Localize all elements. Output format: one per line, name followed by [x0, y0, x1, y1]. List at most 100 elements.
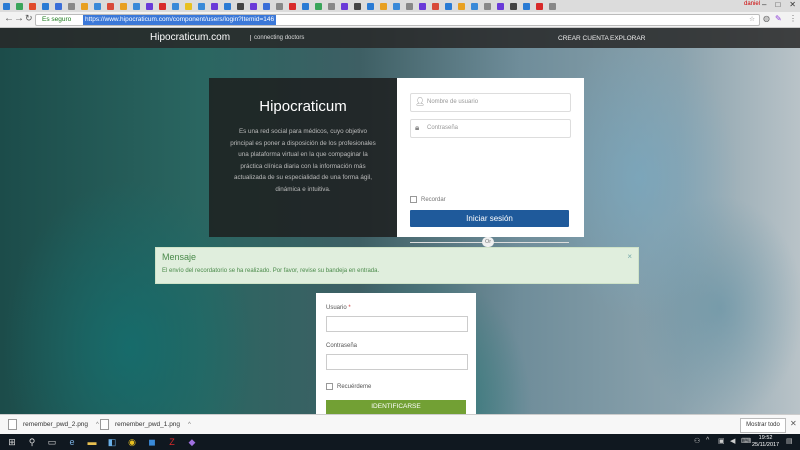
bookmark-star-icon[interactable]: ☆ — [749, 15, 755, 25]
tab-favicon[interactable] — [468, 1, 480, 11]
profile-name[interactable]: daniel — [744, 1, 760, 7]
task-view-icon[interactable]: ▭ — [46, 436, 58, 448]
tab-favicon[interactable] — [117, 1, 129, 11]
tab-favicon[interactable] — [0, 1, 12, 11]
nav-create-account[interactable]: CREAR CUENTA — [558, 35, 609, 42]
tab-favicon[interactable] — [351, 1, 363, 11]
system-clock[interactable]: 19:52 25/11/2017 — [752, 435, 779, 449]
tab-favicon[interactable] — [403, 1, 415, 11]
tab-favicon[interactable] — [13, 1, 25, 11]
site-logo[interactable]: Hipocraticum.com — [150, 32, 230, 43]
identify-button[interactable]: IDENTIFICARSE — [326, 400, 466, 414]
tab-favicon[interactable] — [494, 1, 506, 11]
login-button[interactable]: Iniciar sesión — [410, 210, 569, 227]
show-all-button[interactable]: Mostrar todo — [740, 418, 786, 433]
close-window-icon[interactable]: ✕ — [789, 0, 796, 9]
tab-favicon[interactable] — [507, 1, 519, 11]
tray-arrow-icon[interactable]: ^ — [706, 437, 709, 444]
tab-favicon[interactable] — [130, 1, 142, 11]
nav-explore[interactable]: EXPLORAR — [610, 35, 645, 42]
tab-favicon[interactable] — [481, 1, 493, 11]
tab-favicon[interactable] — [455, 1, 467, 11]
reload-icon[interactable]: ↻ — [25, 13, 33, 24]
tab-favicon[interactable] — [338, 1, 350, 11]
store-icon[interactable]: ◧ — [106, 436, 118, 448]
intro-panel: Hipocraticum Es una red social para médi… — [209, 78, 397, 237]
tab-favicon[interactable] — [364, 1, 376, 11]
app-icon[interactable]: ◼ — [146, 436, 158, 448]
window-controls: – □ ✕ — [762, 0, 796, 9]
remember-me-checkbox[interactable]: Recuérdeme — [326, 383, 371, 390]
maximize-icon[interactable]: □ — [775, 0, 780, 9]
login-panel: 👤︎ Nombre de usuario 🔒︎ Contraseña Recor… — [397, 78, 584, 269]
tab-favicon[interactable] — [260, 1, 272, 11]
download-item[interactable]: remember_pwd_2.png ^ — [8, 418, 99, 432]
folder-icon[interactable]: ▬ — [86, 436, 98, 448]
url-text[interactable]: https://www.hipocraticum.com/component/u… — [83, 15, 277, 25]
tab-favicon[interactable] — [273, 1, 285, 11]
close-message-icon[interactable]: × — [627, 252, 632, 261]
address-bar[interactable]: Es seguro https://www.hipocraticum.com/c… — [35, 14, 760, 26]
chrome-icon[interactable]: ◉ — [126, 436, 138, 448]
start-icon[interactable]: ⊞ — [6, 436, 18, 448]
password-field[interactable]: 🔒︎ Contraseña — [410, 119, 571, 138]
checkbox-icon[interactable] — [410, 196, 417, 203]
tab-favicon[interactable] — [247, 1, 259, 11]
tab-favicon[interactable] — [520, 1, 532, 11]
tab-favicon[interactable] — [221, 1, 233, 11]
tab-favicon[interactable] — [52, 1, 64, 11]
tab-favicon[interactable] — [78, 1, 90, 11]
tab-favicon[interactable] — [533, 1, 545, 11]
tab-favicon[interactable] — [26, 1, 38, 11]
tab-favicon[interactable] — [91, 1, 103, 11]
tab-favicon[interactable] — [377, 1, 389, 11]
username-field[interactable]: 👤︎ Nombre de usuario — [410, 93, 571, 112]
download-bar: remember_pwd_2.png ^ remember_pwd_1.png ^ … — [0, 414, 800, 435]
tab-favicon[interactable] — [104, 1, 116, 11]
filezilla-icon[interactable]: Z — [166, 436, 178, 448]
password-input[interactable] — [326, 354, 468, 370]
intro-title: Hipocraticum — [259, 98, 347, 115]
secure-indicator[interactable]: Es seguro — [42, 15, 71, 25]
tab-favicon[interactable] — [390, 1, 402, 11]
tab-favicon[interactable] — [156, 1, 168, 11]
people-icon[interactable]: ⚇ — [694, 437, 700, 445]
menu-icon[interactable]: ⋮ — [789, 14, 797, 23]
tab-favicon[interactable] — [312, 1, 324, 11]
notifications-icon[interactable]: ▤ — [786, 437, 793, 445]
forward-icon[interactable]: → — [14, 13, 24, 24]
tab-favicon[interactable] — [325, 1, 337, 11]
tab-favicon[interactable] — [65, 1, 77, 11]
close-downloads-icon[interactable]: ✕ — [790, 419, 797, 428]
volume-icon[interactable]: ◀ — [730, 437, 735, 445]
language-icon[interactable]: ⌨ — [741, 437, 751, 445]
remember-checkbox[interactable]: Recordar — [410, 196, 446, 203]
tab-favicon[interactable] — [299, 1, 311, 11]
tab-favicon[interactable] — [208, 1, 220, 11]
tab-favicon[interactable] — [286, 1, 298, 11]
network-icon[interactable]: ▣ — [718, 437, 725, 445]
feather-icon[interactable]: ◆ — [186, 436, 198, 448]
tab-favicon[interactable] — [39, 1, 51, 11]
tab-favicon[interactable] — [195, 1, 207, 11]
user-input[interactable] — [326, 316, 468, 332]
download-item[interactable]: remember_pwd_1.png ^ — [100, 418, 191, 432]
tab-favicon[interactable] — [182, 1, 194, 11]
search-icon[interactable]: ⚲ — [26, 436, 38, 448]
back-icon[interactable]: ← — [4, 13, 14, 24]
tab-favicon[interactable] — [429, 1, 441, 11]
edge-icon[interactable]: e — [66, 436, 78, 448]
checkbox-icon[interactable] — [326, 383, 333, 390]
pen-extension-icon[interactable]: ✎ — [775, 14, 782, 23]
tab-favicon[interactable] — [416, 1, 428, 11]
chevron-up-icon[interactable]: ^ — [96, 422, 99, 428]
minimize-icon[interactable]: – — [762, 0, 766, 9]
tab-favicon[interactable] — [442, 1, 454, 11]
extension-icon[interactable]: ◍ — [763, 14, 770, 23]
tab-favicon[interactable] — [546, 1, 558, 11]
tab-favicon[interactable] — [169, 1, 181, 11]
message-text: El envío del recordatorio se ha realizad… — [162, 268, 380, 274]
chevron-up-icon[interactable]: ^ — [188, 422, 191, 428]
tab-favicon[interactable] — [143, 1, 155, 11]
tab-favicon[interactable] — [234, 1, 246, 11]
